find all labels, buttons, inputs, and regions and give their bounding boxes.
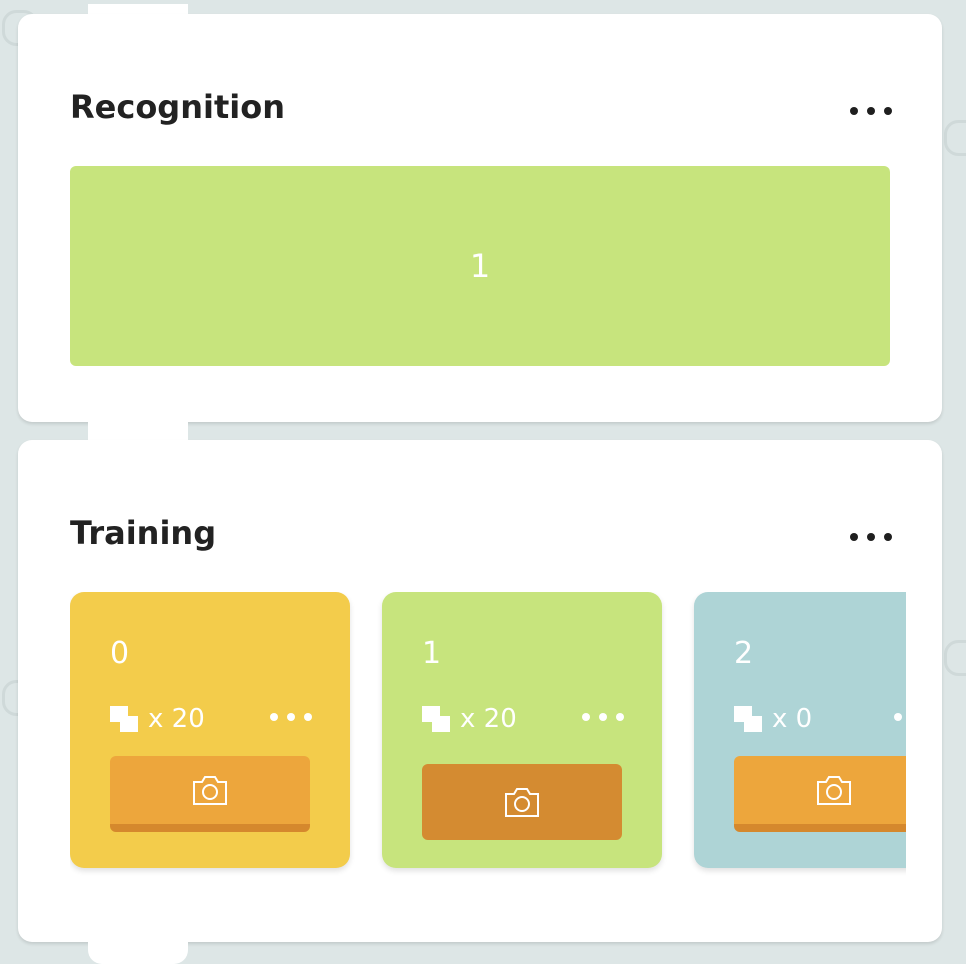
class-card: 0 x 20 [70,592,350,868]
class-label: 1 [422,636,442,671]
camera-icon [193,776,227,805]
image-stack-icon [110,706,140,732]
capture-button[interactable] [422,764,622,840]
camera-icon [817,776,851,805]
panel-title: Recognition [70,88,285,126]
class-more-icon[interactable] [582,712,624,722]
class-label: 0 [110,636,130,671]
sample-count: x 20 [110,704,205,734]
recognition-result-label: 1 [469,247,491,285]
capture-button[interactable] [734,756,906,832]
class-card: 2 x 0 [694,592,906,868]
panel-title: Training [70,514,217,552]
image-stack-icon [422,706,452,732]
camera-icon [505,788,539,817]
background-doodle [944,640,966,676]
panel-connector-tab [88,940,188,964]
recognition-panel: Recognition 1 [18,14,942,422]
class-more-icon[interactable] [270,712,312,722]
sample-count: x 0 [734,704,812,734]
training-panel: Training 0 x 20 1 x 20 2 x 0 [18,440,942,942]
class-card: 1 x 20 [382,592,662,868]
image-stack-icon [734,706,764,732]
class-label: 2 [734,636,754,671]
class-more-icon[interactable] [894,712,906,722]
recognition-result: 1 [70,166,890,366]
training-more-icon[interactable] [850,530,892,544]
sample-count-label: x 20 [460,704,517,734]
sample-count-label: x 20 [148,704,205,734]
sample-count-label: x 0 [772,704,813,734]
recognition-more-icon[interactable] [850,104,892,118]
background-doodle [944,120,966,156]
training-class-list: 0 x 20 1 x 20 2 x 0 [70,592,906,882]
sample-count: x 20 [422,704,517,734]
capture-button[interactable] [110,756,310,832]
